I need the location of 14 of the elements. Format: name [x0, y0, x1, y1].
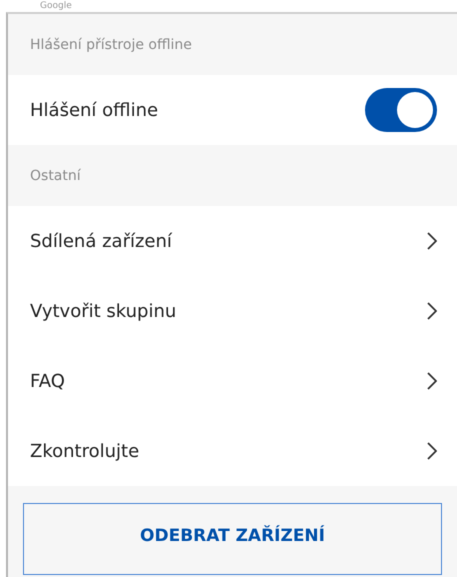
menu-item[interactable]: Sdílená zařízení [8, 206, 457, 276]
chevron-right-icon [427, 232, 437, 250]
section-header: Ostatní [30, 168, 81, 184]
remove-device-button[interactable]: ODEBRAT ZAŘÍZENÍ [23, 503, 442, 575]
chevron-right-icon [427, 372, 437, 390]
chevron-right-icon [427, 302, 437, 320]
toggle-switch[interactable] [365, 88, 437, 132]
setting-label: Hlášení offline [30, 100, 158, 120]
chevron-right-icon [427, 442, 437, 460]
menu-item[interactable]: FAQ [8, 346, 457, 416]
menu-item[interactable]: Vytvořit skupinu [8, 276, 457, 346]
list-item-label: Google [40, 1, 72, 12]
section-header: Hlášení přístroje offline [30, 36, 192, 52]
menu-item[interactable]: Zkontrolujte [8, 416, 457, 486]
